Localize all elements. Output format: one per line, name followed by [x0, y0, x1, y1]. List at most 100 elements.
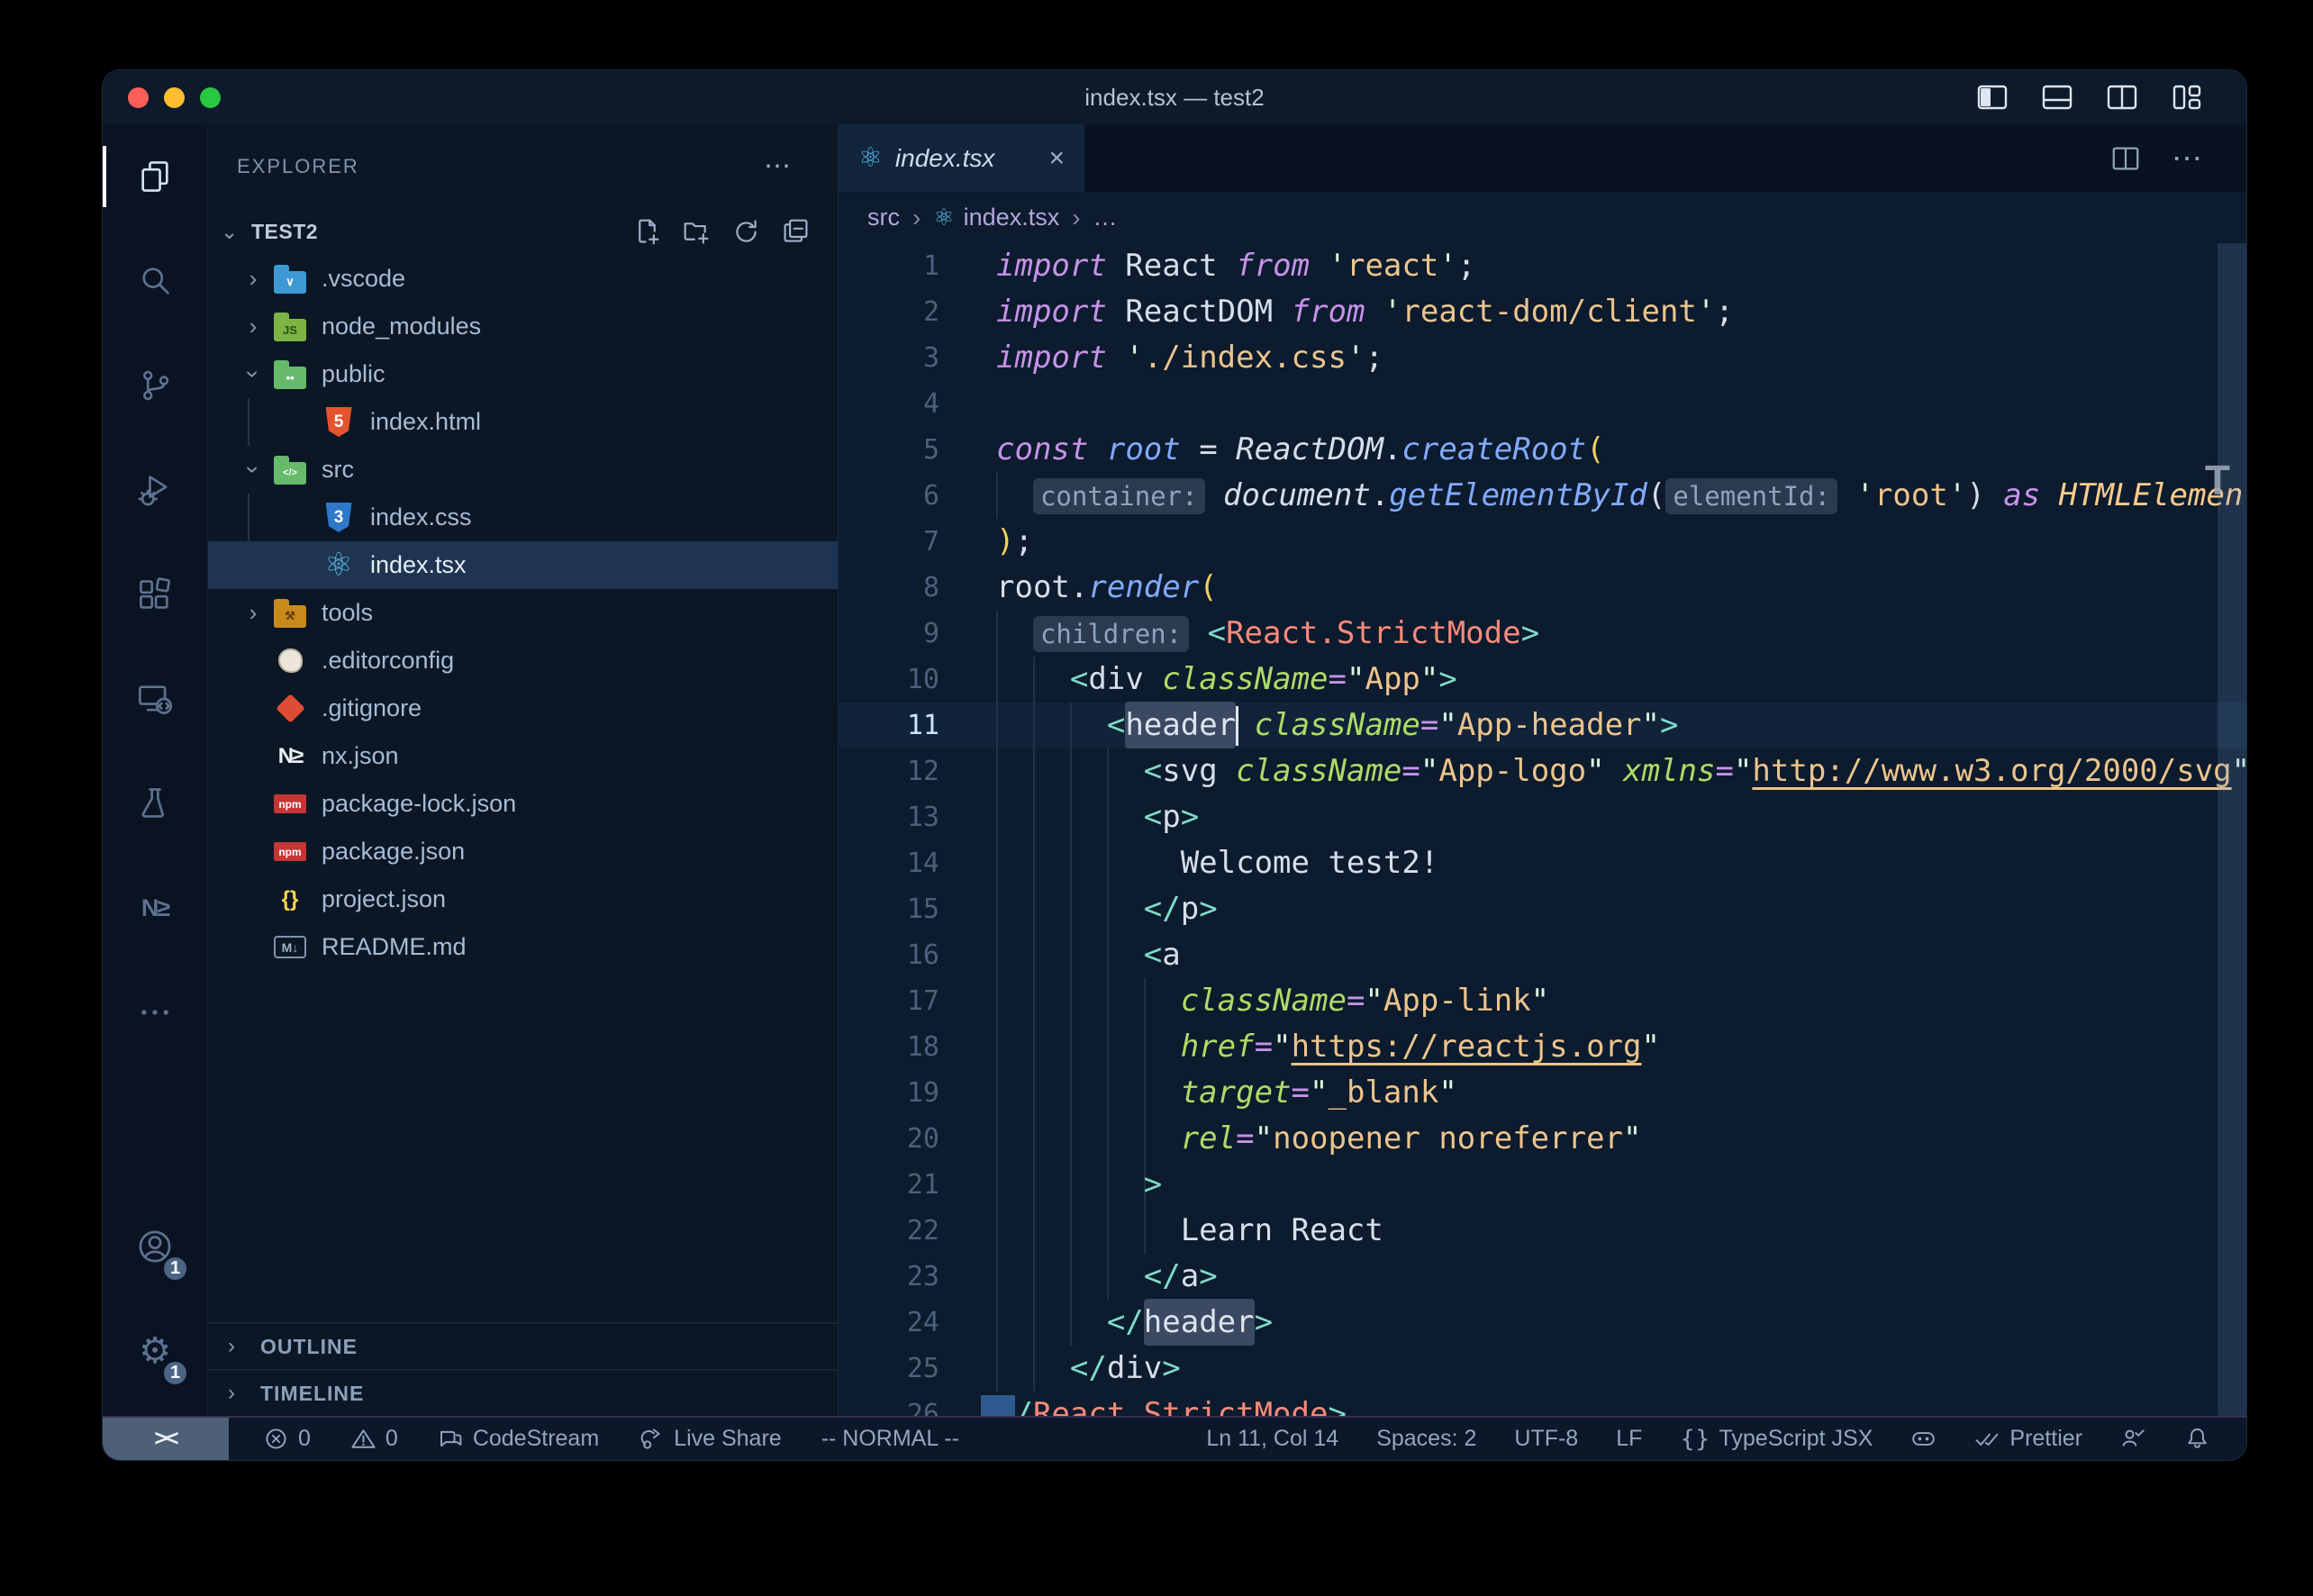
code-editor[interactable]: 1234567891011121314151617181920212223242… [839, 243, 2246, 1416]
breadcrumb-item-…[interactable]: … [1093, 204, 1118, 231]
status-prettier[interactable]: Prettier [1974, 1426, 2082, 1452]
npm-icon: npm [269, 842, 311, 861]
layout-sidebar-icon[interactable] [1976, 81, 2009, 113]
split-editor-icon[interactable] [2110, 143, 2141, 174]
error-icon [263, 1426, 289, 1452]
activity-settings-gear-icon[interactable]: ⚙1 [103, 1299, 207, 1403]
status-spaces-2[interactable]: Spaces: 2 [1376, 1426, 1476, 1452]
status-feedback-icon[interactable] [2120, 1426, 2146, 1452]
tab-index-tsx[interactable]: ⚛ index.tsx × [839, 124, 1085, 192]
tree-item-index.tsx[interactable]: ⚛index.tsx [208, 541, 838, 589]
layout-custom-icon[interactable] [2171, 81, 2203, 113]
tree-item-index.css[interactable]: 3index.css [208, 494, 838, 541]
status-utf-8[interactable]: UTF-8 [1514, 1426, 1578, 1452]
braces-icon: {} [1680, 1426, 1710, 1453]
code-line: <header className="App-header"> [996, 703, 2246, 748]
status-label: 0 [386, 1426, 398, 1452]
activity-nx-console-icon[interactable]: N≥ [103, 856, 207, 960]
close-window-button[interactable] [128, 87, 149, 108]
codestream-icon [438, 1426, 464, 1452]
status-lf[interactable]: LF [1616, 1426, 1642, 1452]
activity-more-icon[interactable] [103, 960, 207, 1065]
file-label: .vscode [322, 265, 405, 293]
text-cursor [1236, 706, 1238, 746]
breadcrumb-item-index.tsx[interactable]: ⚛index.tsx [933, 204, 1059, 231]
editor-group: ⚛ index.tsx × ⋯ src›⚛index.tsx›… 1234567… [839, 124, 2246, 1416]
collapse-all-icon[interactable] [781, 217, 811, 247]
status-0[interactable]: 0 [350, 1426, 398, 1452]
layout-panel-icon[interactable] [2041, 81, 2073, 113]
file-label: .gitignore [322, 694, 422, 722]
activity-remote-explorer-icon[interactable] [103, 647, 207, 751]
code-line: </a> [996, 1254, 2246, 1300]
code-line [996, 381, 2246, 427]
tree-item-.gitignore[interactable]: .gitignore [208, 685, 838, 732]
layout-split-icon[interactable] [2106, 81, 2138, 113]
layout-controls [1976, 81, 2203, 113]
tree-item-public[interactable]: ›••public [208, 350, 838, 398]
section-header-test2[interactable]: ⌄ TEST2 [208, 208, 838, 255]
code-line: href="https://reactjs.org" [996, 1024, 2246, 1070]
tree-item-package.json[interactable]: npm package.json [208, 828, 838, 875]
more-actions-icon[interactable]: ⋯ [2172, 141, 2205, 177]
badge: 1 [161, 1255, 189, 1283]
tree-item-.editorconfig[interactable]: .editorconfig [208, 637, 838, 685]
activity-run-debug-icon[interactable] [103, 438, 207, 542]
new-file-icon[interactable] [632, 217, 662, 247]
folder-public-icon: •• [269, 360, 311, 389]
status-bell-icon[interactable] [2184, 1426, 2210, 1452]
file-label: .editorconfig [322, 647, 454, 675]
status-copilot-icon[interactable] [1910, 1426, 1937, 1452]
outline-panel-header[interactable]: › OUTLINE [208, 1322, 838, 1369]
activity-search-icon[interactable] [103, 229, 207, 333]
timeline-panel-header[interactable]: › TIMELINE [208, 1369, 838, 1416]
new-folder-icon[interactable] [682, 217, 712, 247]
tree-item-node_modules[interactable]: ›JSnode_modules [208, 303, 838, 350]
chevron-down-icon: › [240, 454, 268, 486]
activity-extensions-icon[interactable] [103, 542, 207, 647]
gutter-decoration [981, 1395, 1015, 1416]
close-tab-icon[interactable]: × [1048, 143, 1065, 174]
remote-indicator[interactable]: >< [103, 1418, 229, 1460]
tree-item-nx.json[interactable]: N≥nx.json [208, 732, 838, 780]
bell-icon [2184, 1426, 2210, 1452]
status-0[interactable]: 0 [263, 1426, 311, 1452]
status-codestream[interactable]: CodeStream [438, 1426, 599, 1452]
status-typescript-jsx[interactable]: {}TypeScript JSX [1680, 1426, 1873, 1453]
breadcrumb-item-src[interactable]: src [867, 204, 900, 231]
sidebar-more-actions-icon[interactable]: ⋯ [764, 150, 793, 182]
code-line: ); [996, 519, 2246, 565]
code-line: import React from 'react'; [996, 243, 2246, 289]
code-line: <svg className="App-logo" xmlns="http://… [996, 748, 2246, 794]
activity-source-control-icon[interactable] [103, 333, 207, 438]
file-label: package.json [322, 838, 465, 866]
editor-scrollbar[interactable] [2218, 243, 2246, 1416]
refresh-icon[interactable] [731, 217, 761, 247]
folder-tools-icon: ⚒ [269, 599, 311, 628]
status-label: 0 [298, 1426, 311, 1452]
section-title: TEST2 [251, 220, 318, 244]
tree-item-index.html[interactable]: 5index.html [208, 398, 838, 446]
activity-explorer-icon[interactable] [103, 124, 207, 229]
tree-item-project.json[interactable]: {}project.json [208, 875, 838, 923]
status-ln-11-col-14[interactable]: Ln 11, Col 14 [1206, 1426, 1338, 1452]
code-line: root.render( [996, 565, 2246, 611]
activity-test-beaker-icon[interactable] [103, 751, 207, 856]
status-label: Prettier [2009, 1426, 2082, 1452]
file-label: src [322, 456, 354, 484]
react-icon: ⚛ [318, 549, 359, 582]
tree-item-.vscode[interactable]: ›∨.vscode [208, 255, 838, 303]
activity-accounts-icon[interactable]: 1 [103, 1194, 207, 1299]
code-line: Learn React [996, 1208, 2246, 1254]
folder-src-icon: </> [269, 456, 311, 485]
status-normal[interactable]: -- NORMAL -- [821, 1426, 959, 1452]
minimize-window-button[interactable] [164, 87, 185, 108]
zoom-window-button[interactable] [200, 87, 221, 108]
tree-item-tools[interactable]: ›⚒tools [208, 589, 838, 637]
tree-item-src[interactable]: ›</> src [208, 446, 838, 494]
tree-item-package-lock.json[interactable]: npmpackage-lock.json [208, 780, 838, 828]
status-live-share[interactable]: Live Share [639, 1426, 782, 1452]
tree-item-README.md[interactable]: M↓README.md [208, 923, 838, 971]
double-check-icon [1974, 1426, 2000, 1452]
npm-icon: npm [269, 794, 311, 813]
